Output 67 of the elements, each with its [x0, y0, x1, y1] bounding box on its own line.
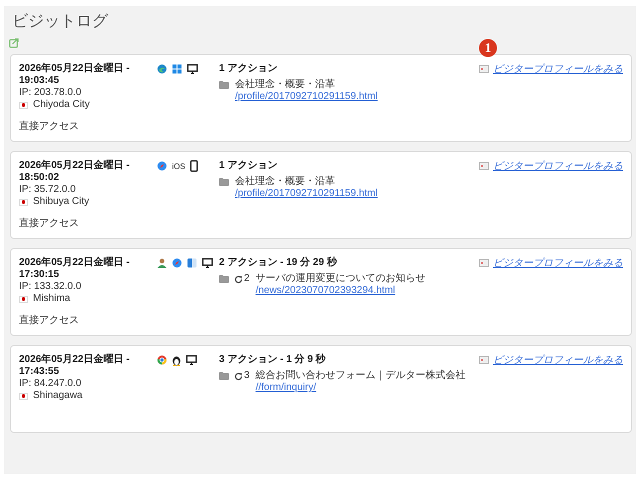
monitor-icon	[202, 258, 213, 268]
japan-flag-icon	[19, 198, 28, 206]
penguin-icon	[172, 354, 181, 366]
visitor-profile-link[interactable]: ビジタープロフィールをみる	[493, 353, 623, 367]
referrer-text: 直接アクセス	[19, 121, 80, 133]
visit-date: 2026年05月22日金曜日 -	[19, 63, 131, 75]
page-title: 会社理念・概要・沿革	[235, 176, 336, 188]
action-summary: 1 アクション	[219, 63, 278, 75]
annotation-badge: 1	[479, 39, 497, 57]
folder-icon	[219, 81, 229, 89]
windows-icon	[172, 64, 182, 74]
page-title: 会社理念・概要・沿革	[235, 79, 336, 91]
japan-flag-icon	[19, 102, 28, 108]
ip-address: IP: 203.78.0.0	[19, 87, 82, 99]
ip-address: IP: 133.32.0.0	[19, 281, 82, 293]
visit-time: 17:30:15	[19, 269, 60, 281]
visit-time: 19:03:45	[19, 75, 60, 87]
image-icon	[479, 259, 489, 267]
page-url-link[interactable]: /profile/2017092710291159.html	[235, 188, 378, 200]
action-summary: 1 アクション	[219, 160, 278, 172]
folder-icon	[219, 372, 229, 380]
repeat-count: 3	[244, 370, 250, 382]
visitor-profile-link[interactable]: ビジタープロフィールをみる	[493, 159, 623, 173]
page-title: 総合お問い合わせフォーム｜デルター株式会社	[256, 370, 466, 382]
monitor-icon	[186, 355, 197, 365]
referrer-text: 直接アクセス	[19, 218, 80, 230]
compass-icon	[172, 258, 182, 268]
city-name: Shinagawa	[33, 390, 82, 402]
user-icon	[157, 258, 167, 268]
export-icon[interactable]	[9, 38, 19, 48]
page-title: ビジットログ	[12, 12, 108, 32]
japan-flag-icon	[19, 296, 28, 302]
visit-date: 2026年05月22日金曜日 -	[19, 257, 131, 269]
page-url-link[interactable]: //form/inquiry/	[256, 382, 466, 394]
monitor-icon	[187, 64, 198, 74]
ip-address: IP: 35.72.0.0	[19, 184, 77, 196]
repeat-count: 2	[244, 273, 250, 285]
page-title: サーバの運用変更についてのお知らせ	[256, 273, 426, 285]
phone-icon	[190, 160, 198, 172]
city-name: Chiyoda City	[33, 99, 90, 111]
os-label: iOS	[172, 162, 186, 170]
action-summary: 3 アクション - 1 分 9 秒	[219, 354, 327, 366]
city-name: Mishima	[33, 293, 70, 305]
visitor-profile-link[interactable]: ビジタープロフィールをみる	[493, 256, 623, 270]
compass-icon	[157, 161, 167, 171]
visitor-profile-link[interactable]: ビジタープロフィールをみる	[493, 62, 623, 76]
action-summary: 2 アクション - 19 分 29 秒	[219, 257, 338, 269]
reload-icon	[234, 372, 243, 380]
visit-time: 18:50:02	[19, 172, 60, 184]
visit-date: 2026年05月22日金曜日 -	[19, 160, 131, 172]
image-icon	[479, 356, 489, 364]
browser-icon	[157, 355, 167, 365]
city-name: Shibuya City	[33, 196, 90, 208]
visit-time: 17:43:55	[19, 366, 60, 378]
ip-address: IP: 84.247.0.0	[19, 378, 82, 390]
browser-icon	[157, 64, 167, 74]
page-url-link[interactable]: /profile/2017092710291159.html	[235, 91, 378, 103]
referrer-text: 直接アクセス	[19, 315, 80, 327]
image-icon	[479, 162, 489, 170]
folder-icon	[219, 178, 229, 186]
finder-icon	[187, 258, 197, 268]
visit-date: 2026年05月22日金曜日 -	[19, 354, 131, 366]
page-url-link[interactable]: /news/2023070702393294.html	[256, 285, 426, 297]
folder-icon	[219, 275, 229, 283]
image-icon	[479, 65, 489, 73]
reload-icon	[234, 274, 243, 284]
japan-flag-icon	[19, 392, 28, 400]
